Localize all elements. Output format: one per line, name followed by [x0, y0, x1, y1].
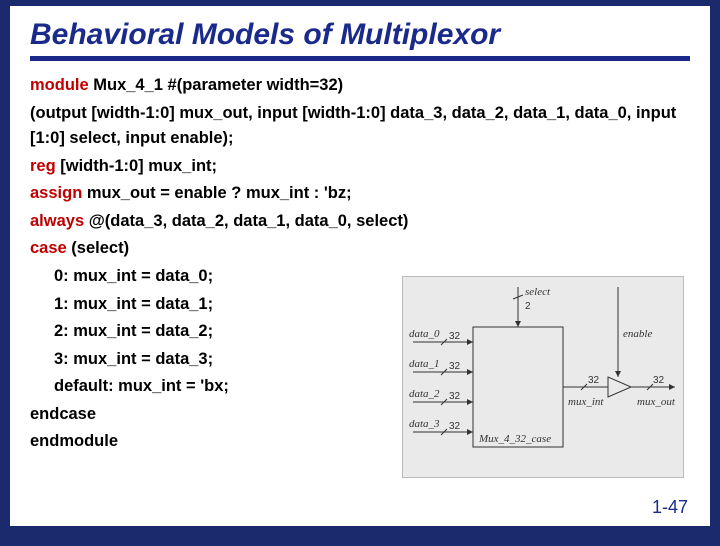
keyword-assign: assign — [30, 184, 82, 202]
diagram-input-3: data_3 32 — [409, 418, 473, 435]
svg-text:32: 32 — [449, 331, 461, 342]
diagram-select-label: select — [525, 286, 551, 298]
svg-text:32: 32 — [653, 375, 665, 386]
code-line: case (select) — [30, 236, 690, 262]
mux-diagram: select 2 Mux_4_32_case data_0 32 data_1 … — [402, 276, 684, 478]
svg-text:data_1: data_1 — [409, 358, 440, 370]
code-text: mux_out = enable ? mux_int : 'bz; — [82, 184, 351, 202]
code-line: reg [width-1:0] mux_int; — [30, 154, 690, 180]
slide-title: Behavioral Models of Multiplexor — [30, 18, 690, 52]
diagram-input-2: data_2 32 — [409, 388, 473, 405]
code-line: assign mux_out = enable ? mux_int : 'bz; — [30, 181, 690, 207]
page-number: 1-47 — [652, 497, 688, 518]
keyword-reg: reg — [30, 157, 56, 175]
diagram-muxint-label: mux_int — [568, 396, 604, 408]
title-rule — [30, 56, 690, 61]
keyword-case: case — [30, 239, 67, 257]
diagram-enable-label: enable — [623, 328, 652, 340]
slide: Behavioral Models of Multiplexor module … — [10, 6, 710, 526]
svg-text:32: 32 — [449, 421, 461, 432]
code-text: @(data_3, data_2, data_1, data_0, select… — [84, 212, 408, 230]
code-line: always @(data_3, data_2, data_1, data_0,… — [30, 209, 690, 235]
keyword-module: module — [30, 76, 89, 94]
svg-text:data_0: data_0 — [409, 328, 440, 340]
code-line: (output [width-1:0] mux_out, input [widt… — [30, 101, 690, 152]
diagram-input-0: data_0 32 — [409, 328, 473, 345]
diagram-muxout-label: mux_out — [637, 396, 676, 408]
svg-text:data_3: data_3 — [409, 418, 440, 430]
diagram-sel-width: 2 — [525, 301, 531, 312]
svg-text:32: 32 — [449, 391, 461, 402]
code-line: module Mux_4_1 #(parameter width=32) — [30, 73, 690, 99]
keyword-always: always — [30, 212, 84, 230]
code-text: Mux_4_1 #(parameter width=32) — [89, 76, 343, 94]
diagram-block-name: Mux_4_32_case — [478, 433, 551, 445]
diagram-input-1: data_1 32 — [409, 358, 473, 375]
code-text: [width-1:0] mux_int; — [56, 157, 217, 175]
svg-text:32: 32 — [588, 375, 600, 386]
code-text: (select) — [67, 239, 129, 257]
svg-text:32: 32 — [449, 361, 461, 372]
svg-text:data_2: data_2 — [409, 388, 440, 400]
